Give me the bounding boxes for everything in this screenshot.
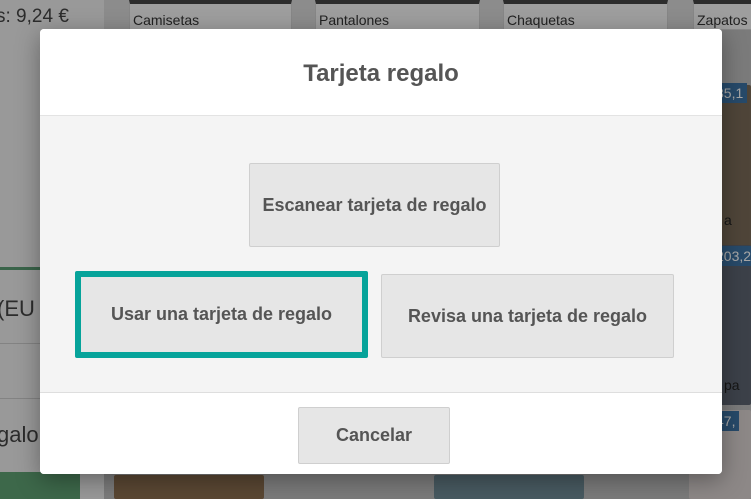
review-gift-card-button[interactable]: Revisa una tarjeta de regalo — [381, 274, 674, 358]
dialog-footer: Cancelar — [40, 393, 722, 474]
dialog-body: Escanear tarjeta de regalo Usar una tarj… — [40, 116, 722, 393]
dialog-header: Tarjeta regalo — [40, 29, 722, 116]
dialog-title: Tarjeta regalo — [303, 60, 459, 87]
gift-card-dialog: Tarjeta regalo Escanear tarjeta de regal… — [40, 29, 722, 474]
use-gift-card-button[interactable]: Usar una tarjeta de regalo — [75, 271, 368, 358]
cancel-button[interactable]: Cancelar — [298, 407, 450, 464]
scan-gift-card-button[interactable]: Escanear tarjeta de regalo — [249, 163, 500, 247]
